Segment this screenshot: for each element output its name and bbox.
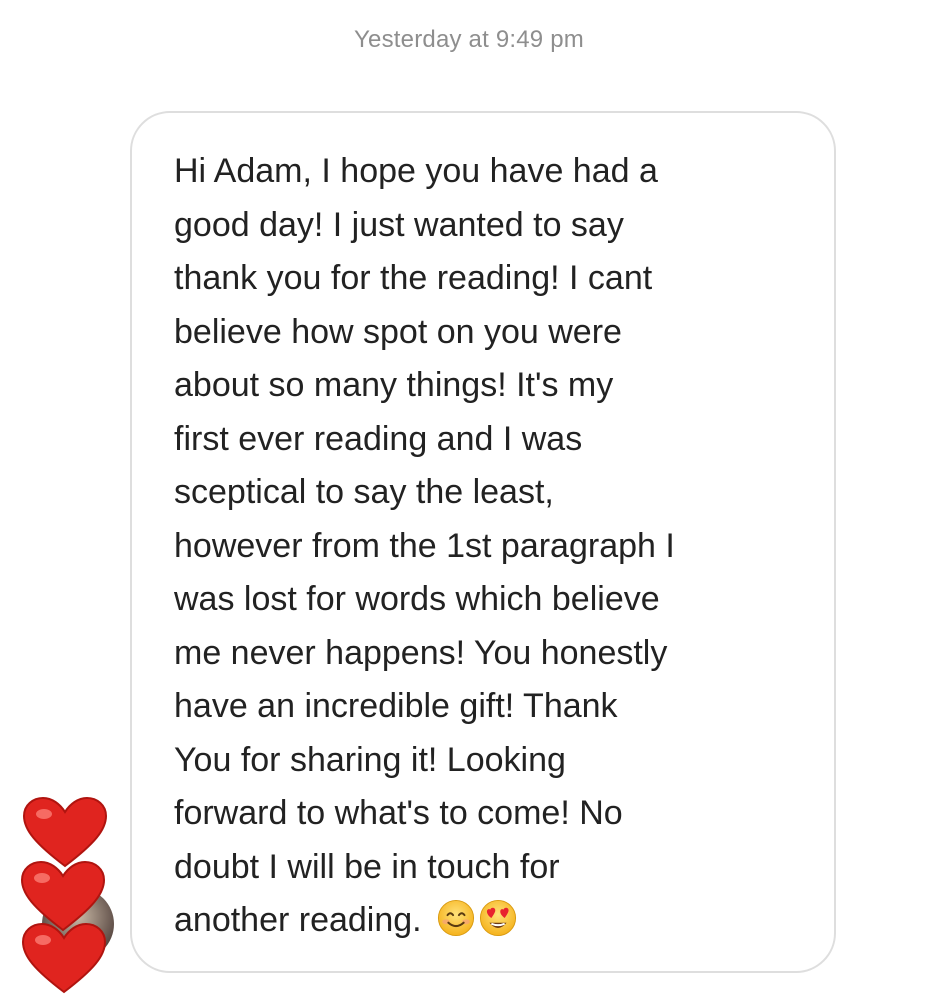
message-line: thank you for the reading! I cant [174,259,653,297]
message-line: another reading. [174,901,422,939]
message-line: You for sharing it! Looking [174,740,566,779]
heart-icon [21,922,107,994]
emoji-group [437,899,521,954]
message-line: believe how spot on you were [174,312,622,351]
message-line: good day! I just wanted to say [174,205,624,244]
message-line: sceptical to say the least, [174,473,554,511]
message-last-line: another reading. [174,894,794,948]
message-line: was lost for words which believe [174,580,660,618]
message-line: forward to what's to come! No [174,794,623,832]
message-line: first ever reading and I was [174,419,583,458]
heart-eyes-face-icon [480,899,517,937]
message-timestamp: Yesterday at 9:49 pm [354,26,584,53]
message-line: however from the 1st paragraph I [174,526,675,565]
message-line: about so many things! It's my [174,366,614,404]
message-line: doubt I will be in touch for [174,847,560,886]
message-bubble[interactable]: Hi Adam, I hope you have had a good day!… [130,111,836,973]
sender-avatar-group[interactable] [18,790,122,994]
message-line: have an incredible gift! Thank [174,687,618,725]
smiling-face-icon [438,899,475,937]
heart-icon [22,796,108,868]
message-line: me never happens! You honestly [174,633,668,672]
message-line: Hi Adam, I hope you have had a [174,152,658,190]
